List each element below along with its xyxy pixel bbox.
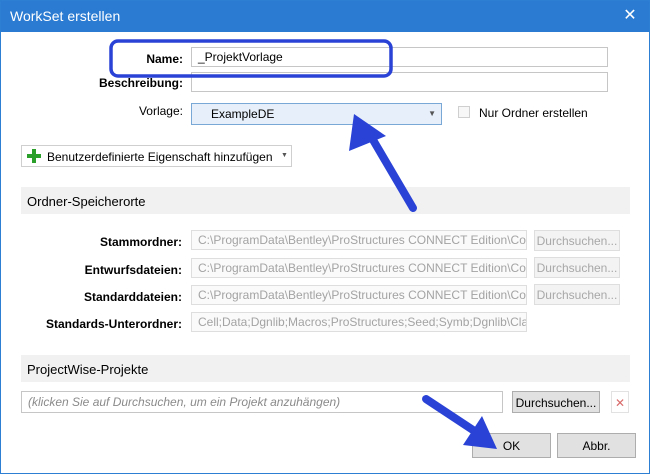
arrow-to-ok-head [463,416,497,449]
highlight-box [109,39,393,78]
arrow-to-template-shaft [365,129,417,212]
workset-dialog: WorkSet erstellen ✕ Name: _ProjektVorlag… [0,0,650,474]
arrow-to-ok-shaft [422,395,483,438]
annotation-overlay [109,39,497,449]
